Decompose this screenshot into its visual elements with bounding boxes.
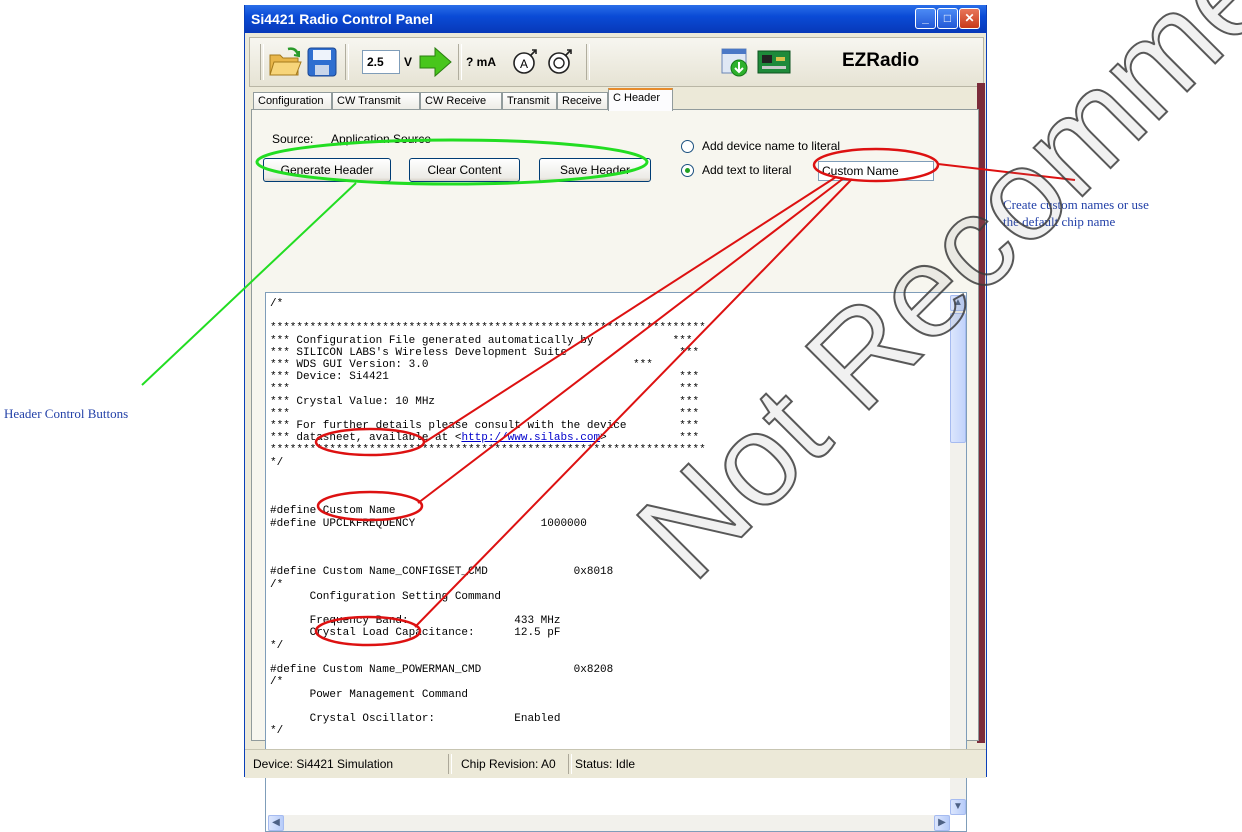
scroll-left-button[interactable]: ◀ (268, 815, 284, 831)
horizontal-scrollbar[interactable]: ◀ ▶ (268, 815, 950, 831)
scroll-down-button[interactable]: ▼ (950, 799, 966, 815)
green-callout-line (141, 182, 357, 386)
red-callout-ellipse-input (812, 147, 940, 183)
red-callout-ellipse-define1 (314, 427, 426, 457)
red-callout-ellipse-define2 (316, 490, 424, 522)
annotation-header-buttons: Header Control Buttons (4, 406, 129, 421)
red-callout-ellipse-define3 (314, 615, 422, 647)
tab-c-header[interactable]: C Header (608, 88, 673, 111)
scroll-right-button[interactable]: ▶ (934, 815, 950, 831)
green-callout-ellipse (255, 138, 649, 186)
